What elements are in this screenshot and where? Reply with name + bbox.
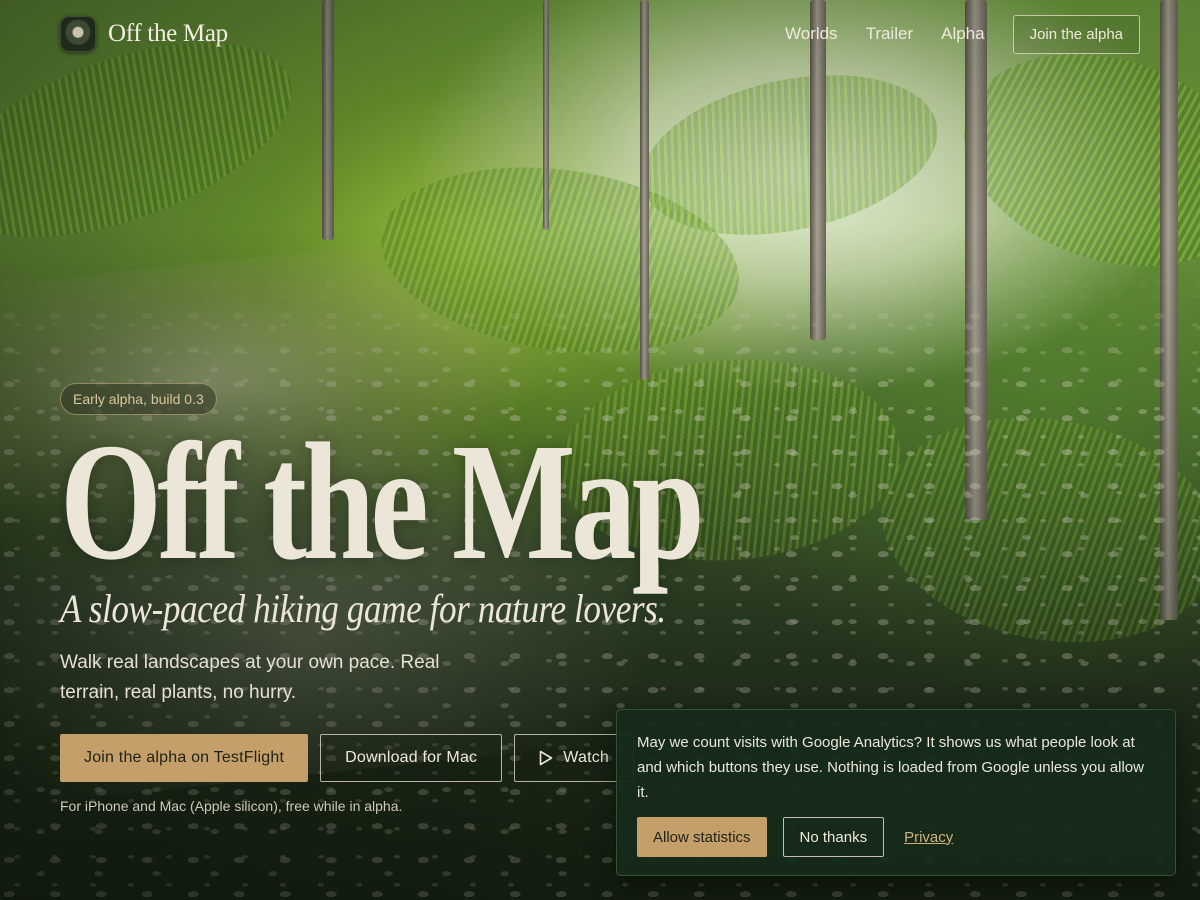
analytics-consent-dialog: May we count visits with Google Analytic…: [616, 709, 1176, 876]
download-mac-button[interactable]: Download for Mac: [320, 734, 503, 782]
brand-name: Off the Map: [108, 20, 228, 47]
platform-note: For iPhone and Mac (Apple silicon), free…: [60, 798, 403, 814]
hero-description: Walk real landscapes at your own pace. R…: [60, 652, 440, 703]
nav-link-alpha[interactable]: Alpha: [941, 24, 984, 44]
consent-message: May we count visits with Google Analytic…: [637, 734, 1144, 801]
play-icon: [539, 750, 553, 766]
nav-link-worlds[interactable]: Worlds: [785, 24, 838, 44]
privacy-link[interactable]: Privacy: [904, 829, 953, 846]
compass-app-icon: [60, 16, 96, 52]
hero-subtitle: A slow-paced hiking game for nature love…: [60, 586, 666, 631]
allow-statistics-button[interactable]: Allow statistics: [637, 817, 767, 857]
hero-title: Off the Map: [60, 409, 705, 595]
join-testflight-button[interactable]: Join the alpha on TestFlight: [60, 734, 309, 782]
nav-link-trailer[interactable]: Trailer: [866, 24, 914, 44]
brand-link[interactable]: Off the Map: [60, 16, 228, 52]
top-nav: Off the Map Worlds Trailer Alpha Join th…: [60, 14, 1140, 54]
nav-links: Worlds Trailer Alpha Join the alpha: [785, 14, 1140, 54]
join-alpha-nav-button[interactable]: Join the alpha: [1012, 14, 1140, 54]
no-thanks-button[interactable]: No thanks: [782, 817, 885, 857]
watch-trailer-label: Watch: [563, 749, 610, 766]
hero-actions: Join the alpha on TestFlight Download fo…: [60, 734, 635, 782]
consent-actions: Allow statistics No thanks Privacy: [637, 817, 1155, 857]
